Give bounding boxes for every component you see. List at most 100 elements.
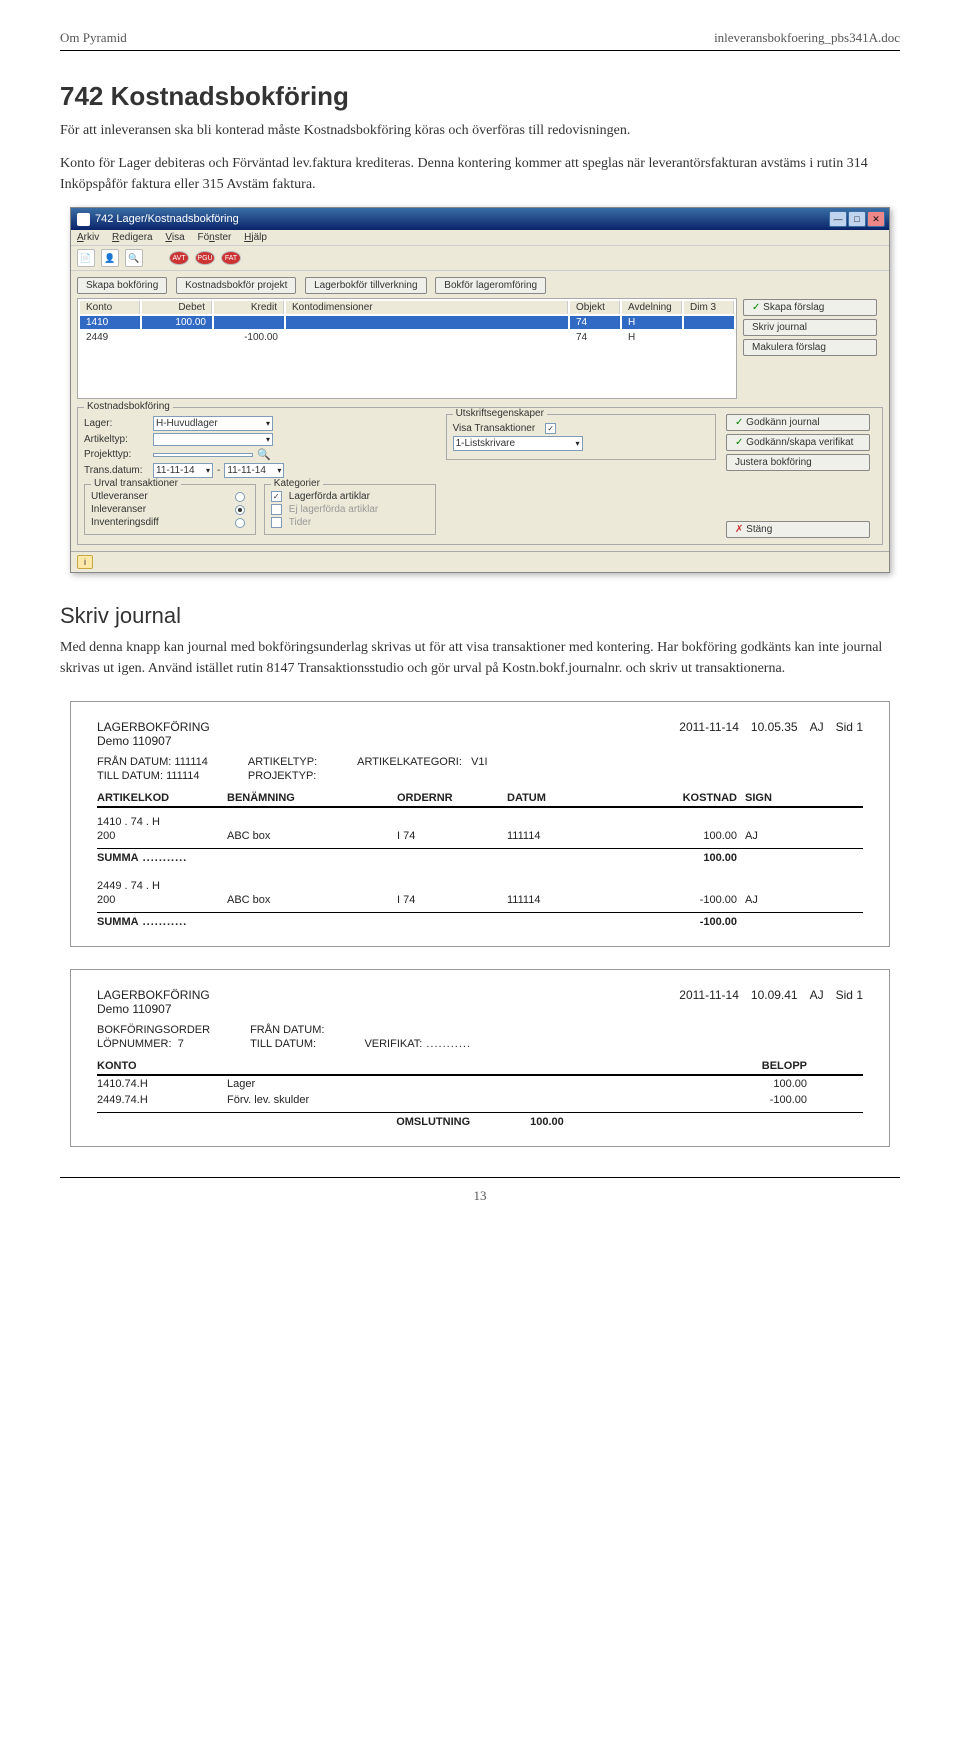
close-button[interactable]: ✕ <box>867 211 885 227</box>
tab-skapa[interactable]: Skapa bokföring <box>77 277 167 294</box>
tab-bokfor[interactable]: Bokför lageromföring <box>435 277 546 294</box>
menubar: AArkivrkiv Redigera Visa Fönster Hjälp <box>71 230 889 246</box>
lagerforda-check[interactable]: ✓ <box>271 491 282 502</box>
urval-panel-title: Urval transaktioner <box>91 478 181 489</box>
toolbar: 📄 👤 🔍 AVT PGU FAT <box>71 246 889 271</box>
header-rule <box>60 50 900 51</box>
r1-title: LAGERBOKFÖRING <box>97 720 210 734</box>
col-objekt[interactable]: Objekt <box>570 301 620 314</box>
r2-col-konto: KONTO <box>97 1060 227 1072</box>
lager-combo[interactable]: H-Huvudlager▾ <box>153 416 273 431</box>
r1-col-ordernr: ORDERNR <box>397 792 507 804</box>
col-debet[interactable]: Debet <box>142 301 212 314</box>
r1-date: 2011-11-14 <box>679 720 739 748</box>
ejlager-check <box>271 504 282 515</box>
page-number: 13 <box>60 1188 900 1204</box>
toolbar-user-icon[interactable]: 👤 <box>101 249 119 267</box>
r1-sign: AJ <box>810 720 824 748</box>
col-kontodim[interactable]: Kontodimensioner <box>286 301 568 314</box>
justera-bokforing-button[interactable]: Justera bokföring <box>726 454 870 471</box>
statusbar: i <box>71 551 889 572</box>
godkann-verifikat-button[interactable]: Godkänn/skapa verifikat <box>726 434 870 451</box>
projekttyp-label: Projekttyp: <box>84 449 149 460</box>
transdatum-label: Trans.datum: <box>84 465 149 476</box>
tab-kostnad[interactable]: Kostnadsbokför projekt <box>176 277 296 294</box>
menu-visa[interactable]: Visa <box>165 232 184 243</box>
app-window: 742 Lager/Kostnadsbokföring — □ ✕ AArkiv… <box>70 207 890 573</box>
info-icon[interactable]: i <box>77 555 93 569</box>
menu-fonster[interactable]: Fönster <box>197 232 231 243</box>
r1-sub: Demo 110907 <box>97 734 210 748</box>
maximize-button[interactable]: □ <box>848 211 866 227</box>
godkann-journal-button[interactable]: Godkänn journal <box>726 414 870 431</box>
titlebar: 742 Lager/Kostnadsbokföring — □ ✕ <box>71 208 889 230</box>
skriv-journal-button[interactable]: Skriv journal <box>743 319 877 336</box>
report-2: LAGERBOKFÖRING Demo 110907 2011-11-14 10… <box>70 969 890 1147</box>
footer-rule <box>60 1177 900 1178</box>
report-1: LAGERBOKFÖRING Demo 110907 2011-11-14 10… <box>70 701 890 947</box>
r1-col-artikelkod: ARTIKELKOD <box>97 792 227 804</box>
stang-button[interactable]: Stäng <box>726 521 870 538</box>
makulera-forslag-button[interactable]: Makulera förslag <box>743 339 877 356</box>
skrivare-combo[interactable]: 1-Listskrivare▾ <box>453 436 583 451</box>
urval-utlev-label: Utleveranser <box>91 491 231 502</box>
minimize-button[interactable]: — <box>829 211 847 227</box>
toolbar-search-icon[interactable]: 🔍 <box>125 249 143 267</box>
r2-col-belopp: BELOPP <box>527 1060 807 1072</box>
r1-group1: 1410 . 74 . H <box>97 816 863 828</box>
artikeltyp-combo[interactable]: ▾ <box>153 433 273 446</box>
lagerforda-label: Lagerförda artiklar <box>289 491 370 502</box>
header-right: inleveransbokfoering_pbs341A.doc <box>714 30 900 46</box>
bookkeeping-grid[interactable]: Konto Debet Kredit Kontodimensioner Obje… <box>77 298 737 399</box>
col-dim3[interactable]: Dim 3 <box>684 301 734 314</box>
r1-row: 200 ABC box I 74 111114 100.00 AJ <box>97 828 863 844</box>
r1-row: 200 ABC box I 74 111114 -100.00 AJ <box>97 892 863 908</box>
section-title-skriv-journal: Skriv journal <box>60 603 900 629</box>
r2-sub: Demo 110907 <box>97 1002 210 1016</box>
urval-utlev-radio[interactable] <box>235 492 245 502</box>
header-left: Om Pyramid <box>60 30 127 46</box>
tab-lagerbok[interactable]: Lagerbokför tillverkning <box>305 277 426 294</box>
page-title: 742 Kostnadsbokföring <box>60 81 900 112</box>
col-kredit[interactable]: Kredit <box>214 301 284 314</box>
artikeltyp-label: Artikeltyp: <box>84 434 149 445</box>
urval-inlev-label: Inleveranser <box>91 504 231 515</box>
menu-redigera[interactable]: Redigera <box>112 232 153 243</box>
urval-invdiff-label: Inventeringsdiff <box>91 517 231 528</box>
panel-title: Kostnadsbokföring <box>84 401 173 412</box>
search-icon[interactable]: 🔍 <box>257 448 271 461</box>
trans-to-combo[interactable]: 11-11-14▾ <box>224 463 284 478</box>
projekttyp-input[interactable] <box>153 453 253 457</box>
kostnadsbokforing-panel: Kostnadsbokföring Lager: H-Huvudlager▾ A… <box>77 407 883 545</box>
r1-time: 10.05.35 <box>751 720 798 748</box>
toolbar-avt-icon[interactable]: AVT <box>169 251 189 265</box>
toolbar-fat-icon[interactable]: FAT <box>221 251 241 265</box>
toolbar-doc-icon[interactable]: 📄 <box>77 249 95 267</box>
grid-row[interactable]: 2449 -100.00 74 H <box>80 331 734 344</box>
menu-hjalp[interactable]: Hjälp <box>244 232 267 243</box>
trans-from-combo[interactable]: 11-11-14▾ <box>153 463 213 478</box>
r2-row: 1410.74.H Lager 100.00 <box>97 1076 863 1092</box>
col-avdelning[interactable]: Avdelning <box>622 301 682 314</box>
r2-title: LAGERBOKFÖRING <box>97 988 210 1002</box>
skapa-forslag-button[interactable]: Skapa förslag <box>743 299 877 316</box>
r1-group2: 2449 . 74 . H <box>97 880 863 892</box>
toolbar-pgu-icon[interactable]: PGU <box>195 251 215 265</box>
paragraph-1: För att inleveransen ska bli konterad må… <box>60 120 900 141</box>
window-title: 742 Lager/Kostnadsbokföring <box>95 213 239 225</box>
col-konto[interactable]: Konto <box>80 301 140 314</box>
visa-trans-label: Visa Transaktioner <box>453 423 536 434</box>
r1-col-kostnad: KOSTNAD <box>607 792 737 804</box>
menu-arkiv[interactable]: AArkivrkiv <box>77 232 99 243</box>
tider-label: Tider <box>289 517 311 528</box>
urval-inlev-radio[interactable] <box>235 505 245 515</box>
grid-row[interactable]: 1410 100.00 74 H <box>80 316 734 329</box>
tider-check <box>271 517 282 528</box>
paragraph-2: Konto för Lager debiteras och Förväntad … <box>60 153 900 195</box>
lager-label: Lager: <box>84 418 149 429</box>
visa-trans-check[interactable]: ✓ <box>545 423 556 434</box>
urval-invdiff-radio[interactable] <box>235 518 245 528</box>
paragraph-3: Med denna knapp kan journal med bokförin… <box>60 637 900 679</box>
app-icon <box>77 213 90 226</box>
ejlager-label: Ej lagerförda artiklar <box>289 504 378 515</box>
